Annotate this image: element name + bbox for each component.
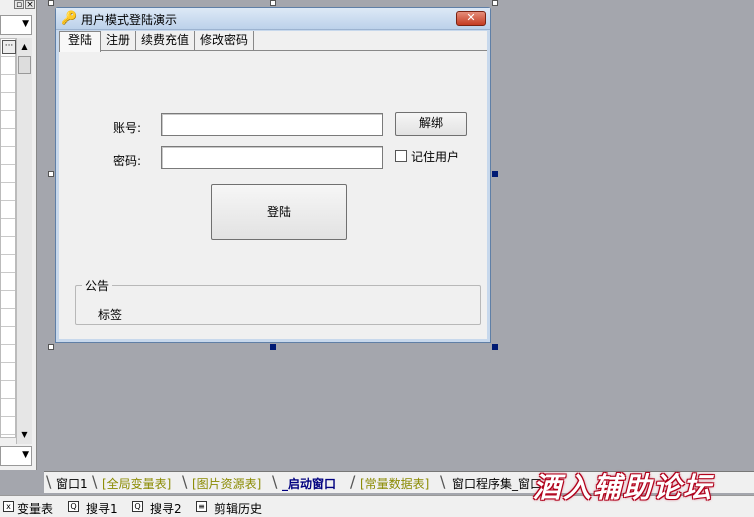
ellipsis-button[interactable]: ···	[2, 40, 16, 54]
event-selector-combo[interactable]	[0, 446, 32, 466]
editor-tab-window-assembly[interactable]: 窗口程序集_窗口	[452, 475, 542, 492]
close-icon: ✕	[466, 11, 476, 24]
editor-tab-startup-window[interactable]: _启动窗口	[282, 475, 336, 492]
panel-window-buttons: ▫ ×	[14, 0, 35, 10]
account-input[interactable]	[161, 113, 383, 136]
property-grid[interactable]	[0, 38, 16, 438]
close-icon[interactable]: ×	[25, 0, 35, 10]
restore-icon[interactable]: ▫	[14, 0, 24, 10]
editor-tab-window1[interactable]: 窗口1	[56, 475, 88, 492]
login-button[interactable]: 登陆	[211, 184, 347, 240]
resize-handle-tl[interactable]	[48, 0, 54, 6]
editor-tab-global-vars[interactable]: [全局变量表]	[102, 475, 171, 492]
scroll-down-icon[interactable]: ▼	[18, 428, 31, 442]
designer-window[interactable]: 🔑 用户模式登陆演示 ✕ 登陆 注册 续费充值 修改密码 账号: 解绑 密码: …	[55, 7, 491, 343]
unbind-button[interactable]: 解绑	[395, 112, 467, 136]
window-client-area: 登陆 注册 续费充值 修改密码 账号: 解绑 密码: 记住用户 登陆 公告 标签	[59, 31, 487, 339]
resize-handle-br[interactable]	[492, 344, 498, 350]
app-key-icon: 🔑	[61, 11, 78, 26]
close-button[interactable]: ✕	[456, 11, 486, 26]
object-selector-combo[interactable]	[0, 15, 32, 35]
account-label: 账号:	[113, 121, 142, 135]
resize-handle-t[interactable]	[270, 0, 276, 6]
clipboard-icon: ≡	[196, 501, 207, 512]
resize-handle-r[interactable]	[492, 171, 498, 177]
variable-icon: x	[3, 501, 14, 512]
property-scrollbar[interactable]: ▲ ▼	[16, 38, 32, 444]
scroll-thumb[interactable]	[18, 56, 31, 74]
property-panel: ▫ × ··· ▲ ▼	[0, 0, 37, 470]
scroll-up-icon[interactable]: ▲	[18, 40, 31, 54]
tab-recharge[interactable]: 续费充值	[136, 31, 196, 51]
password-input[interactable]	[161, 146, 383, 169]
notice-group: 公告 标签	[75, 277, 481, 325]
remember-checkbox[interactable]	[395, 150, 407, 162]
editor-tab-image-resources[interactable]: [图片资源表]	[192, 475, 261, 492]
tab-change-password[interactable]: 修改密码	[195, 31, 255, 51]
resize-handle-l[interactable]	[48, 171, 54, 177]
panel-tab-variables[interactable]: 变量表	[17, 500, 53, 517]
resize-handle-b[interactable]	[270, 344, 276, 350]
search-icon: Q	[132, 501, 143, 512]
tab-strip: 登陆 注册 续费充值 修改密码	[59, 31, 487, 52]
editor-tab-constants[interactable]: [常量数据表]	[360, 475, 429, 492]
panel-tab-search2[interactable]: 搜寻2	[150, 500, 182, 517]
password-label: 密码:	[113, 154, 142, 168]
window-titlebar[interactable]: 🔑 用户模式登陆演示 ✕	[56, 8, 490, 30]
tab-login[interactable]: 登陆	[59, 31, 102, 52]
resize-handle-bl[interactable]	[48, 344, 54, 350]
search-icon: Q	[68, 501, 79, 512]
tab-register[interactable]: 注册	[101, 31, 137, 51]
resize-handle-tr[interactable]	[492, 0, 498, 6]
panel-tab-search1[interactable]: 搜寻1	[86, 500, 118, 517]
forum-watermark: 酒入辅助论坛	[533, 471, 714, 504]
notice-legend: 公告	[85, 279, 110, 293]
notice-text: 标签	[98, 308, 123, 322]
window-title: 用户模式登陆演示	[81, 13, 178, 27]
remember-label: 记住用户	[411, 150, 460, 164]
panel-tab-clip-history[interactable]: 剪辑历史	[214, 500, 262, 517]
